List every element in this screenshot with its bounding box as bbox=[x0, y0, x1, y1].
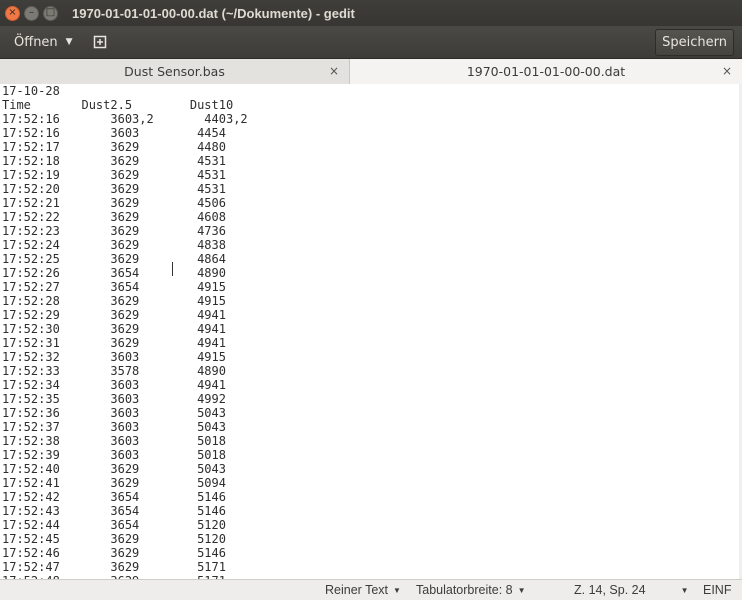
text-line: 17:52:23 3629 4736 bbox=[2, 224, 226, 238]
header-bar: Öffnen ▼ Speichern bbox=[0, 26, 742, 59]
tab-close-icon[interactable]: × bbox=[329, 64, 339, 78]
text-line: 17:52:34 3603 4941 bbox=[2, 378, 226, 392]
text-line: 17:52:42 3654 5146 bbox=[2, 490, 226, 504]
insert-mode-label: EINF bbox=[703, 583, 732, 597]
text-line: 17:52:35 3603 4992 bbox=[2, 392, 226, 406]
new-document-icon bbox=[93, 35, 107, 49]
syntax-selector[interactable]: Reiner Text ▼ bbox=[325, 583, 401, 597]
text-editor[interactable]: 17-10-28 Time Dust2.5 Dust10 17:52:16 36… bbox=[0, 84, 742, 579]
text-line: 17:52:37 3603 5043 bbox=[2, 420, 226, 434]
text-line: 17:52:16 3603 4454 bbox=[2, 126, 226, 140]
insert-mode-indicator[interactable]: EINF bbox=[703, 583, 731, 597]
text-line: 17:52:29 3629 4941 bbox=[2, 308, 226, 322]
open-button[interactable]: Öffnen ▼ bbox=[8, 30, 79, 54]
syntax-label: Reiner Text bbox=[325, 583, 388, 597]
text-line: 17:52:45 3629 5120 bbox=[2, 532, 226, 546]
text-line: 17:52:26 3654 4890 bbox=[2, 266, 226, 280]
tab-label: 1970-01-01-01-00-00.dat bbox=[466, 64, 626, 79]
chevron-down-icon: ▼ bbox=[517, 585, 526, 595]
text-line: 17:52:41 3629 5094 bbox=[2, 476, 226, 490]
text-line: 17:52:38 3603 5018 bbox=[2, 434, 226, 448]
text-line: 17:52:39 3603 5018 bbox=[2, 448, 226, 462]
tab-dust-sensor-bas[interactable]: Dust Sensor.bas × bbox=[0, 59, 350, 84]
tab-bar: Dust Sensor.bas × 1970-01-01-01-00-00.da… bbox=[0, 59, 742, 85]
window-title: 1970-01-01-01-00-00.dat (~/Dokumente) - … bbox=[72, 5, 355, 21]
text-line: 17:52:22 3629 4608 bbox=[2, 210, 226, 224]
save-button[interactable]: Speichern bbox=[655, 29, 734, 56]
text-line: 17:52:40 3629 5043 bbox=[2, 462, 226, 476]
cursor-position-selector[interactable]: Z. 14, Sp. 24 ▼ bbox=[574, 583, 689, 597]
chevron-down-icon: ▼ bbox=[65, 37, 73, 47]
text-line: 17:52:20 3629 4531 bbox=[2, 182, 226, 196]
chevron-down-icon: ▼ bbox=[680, 585, 689, 595]
text-line: 17:52:43 3654 5146 bbox=[2, 504, 226, 518]
text-line: 17:52:18 3629 4531 bbox=[2, 154, 226, 168]
tab-label: Dust Sensor.bas bbox=[124, 64, 225, 79]
text-line: 17:52:31 3629 4941 bbox=[2, 336, 226, 350]
gedit-window: × – □ 1970-01-01-01-00-00.dat (~/Dokumen… bbox=[0, 0, 742, 600]
save-button-label: Speichern bbox=[662, 35, 727, 50]
tab-dat-file[interactable]: 1970-01-01-01-00-00.dat × bbox=[350, 59, 742, 84]
tab-width-selector[interactable]: Tabulatorbreite: 8 ▼ bbox=[416, 583, 526, 597]
text-line: 17:52:28 3629 4915 bbox=[2, 294, 226, 308]
text-line: 17:52:16 3603,2 4403,2 bbox=[2, 112, 248, 126]
text-line: 17:52:36 3603 5043 bbox=[2, 406, 226, 420]
document-text[interactable]: 17-10-28 Time Dust2.5 Dust10 17:52:16 36… bbox=[0, 84, 742, 579]
tab-width-label: Tabulatorbreite: 8 bbox=[416, 583, 513, 597]
text-line: 17:52:44 3654 5120 bbox=[2, 518, 226, 532]
text-line: 17:52:24 3629 4838 bbox=[2, 238, 226, 252]
text-line: 17:52:46 3629 5146 bbox=[2, 546, 226, 560]
window-close-icon[interactable]: × bbox=[5, 5, 20, 21]
text-line: 17:52:32 3603 4915 bbox=[2, 350, 226, 364]
window-maximize-icon[interactable]: □ bbox=[43, 5, 58, 21]
title-bar: × – □ 1970-01-01-01-00-00.dat (~/Dokumen… bbox=[0, 0, 742, 26]
cursor-position-label: Z. 14, Sp. 24 bbox=[574, 583, 646, 597]
text-line: 17-10-28 bbox=[2, 84, 60, 98]
new-document-button[interactable] bbox=[88, 30, 112, 54]
window-minimize-icon[interactable]: – bbox=[24, 5, 39, 21]
text-line: 17:52:21 3629 4506 bbox=[2, 196, 226, 210]
status-bar: Reiner Text ▼ Tabulatorbreite: 8 ▼ Z. 14… bbox=[0, 579, 742, 600]
text-line: 17:52:47 3629 5171 bbox=[2, 560, 226, 574]
text-line: 17:52:17 3629 4480 bbox=[2, 140, 226, 154]
tab-close-icon[interactable]: × bbox=[722, 64, 732, 78]
text-line: 17:52:19 3629 4531 bbox=[2, 168, 226, 182]
text-line: 17:52:25 3629 4864 bbox=[2, 252, 226, 266]
text-cursor bbox=[172, 262, 173, 276]
chevron-down-icon: ▼ bbox=[393, 585, 401, 595]
text-line: 17:52:27 3654 4915 bbox=[2, 280, 226, 294]
open-button-label: Öffnen bbox=[14, 34, 58, 50]
text-line: 17:52:30 3629 4941 bbox=[2, 322, 226, 336]
text-line: 17:52:33 3578 4890 bbox=[2, 364, 226, 378]
text-line: Time Dust2.5 Dust10 bbox=[2, 98, 234, 112]
